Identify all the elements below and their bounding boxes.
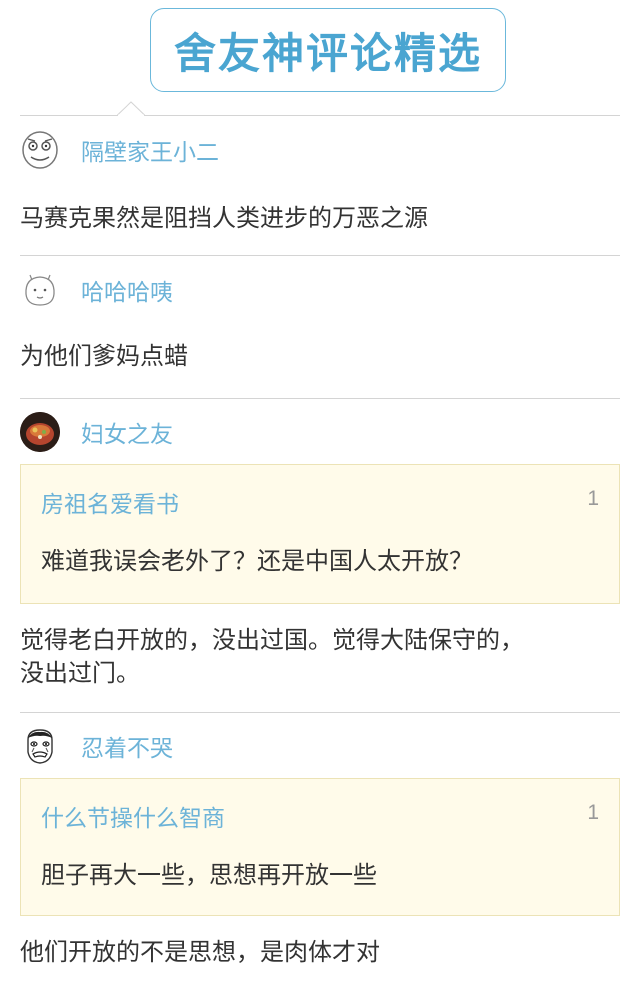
comment-text: 马赛克果然是阻挡人类进步的万恶之源 [20,205,428,232]
page-title: 舍友神评论精选 [173,28,482,78]
quote-floor-number: 1 [587,487,599,510]
cartoon-doodle-icon[interactable] [20,270,60,310]
quoted-reply: 什么节操什么智商 1 胆子再大一些，思想再开放一些 [20,778,620,916]
comment-divider [20,398,620,399]
comment-body: 他们开放的不是思想，是肉体才对 [20,936,620,969]
quoted-username[interactable]: 什么节操什么智商 [41,799,225,833]
comment-body: 觉得老白开放的，没出过国。觉得大陆保守的， 没出过门。 [20,624,620,690]
comment-divider [20,712,620,713]
page-title-box: 舍友神评论精选 [150,8,506,92]
quote-floor-number: 1 [587,801,599,824]
comment-username[interactable]: 妇女之友 [81,415,173,449]
quoted-username[interactable]: 房祖名爱看书 [41,485,179,519]
comment-item: 忍着不哭 [20,726,620,766]
comment-text: 他们开放的不是思想，是肉体才对 [20,939,380,966]
comment-item: 隔壁家王小二 马赛克果然是阻挡人类进步的万恶之源 [20,130,620,235]
comment-item: 妇女之友 [20,412,620,452]
comment-username[interactable]: 忍着不哭 [81,729,173,763]
rage-face-icon[interactable] [20,130,60,170]
quoted-text: 难道我误会老外了？还是中国人太开放？ [41,548,473,575]
comment-username[interactable]: 隔壁家王小二 [81,133,219,167]
comment-text-line: 觉得老白开放的，没出过国。觉得大陆保守的， [20,627,524,654]
quoted-reply: 房祖名爱看书 1 难道我误会老外了？还是中国人太开放？ [20,464,620,604]
divider-notch [117,101,145,116]
comment-text-line: 没出过门。 [20,660,140,687]
comment-username[interactable]: 哈哈哈咦 [81,273,173,307]
comment-item: 哈哈哈咦 为他们爹妈点蜡 [20,270,620,373]
comment-divider [20,255,620,256]
header-divider [20,115,620,116]
comment-text: 为他们爹妈点蜡 [20,343,188,370]
photo-avatar-icon[interactable] [20,412,60,452]
quoted-text: 胆子再大一些，思想再开放一些 [41,862,377,889]
meme-face-icon[interactable] [20,726,60,766]
